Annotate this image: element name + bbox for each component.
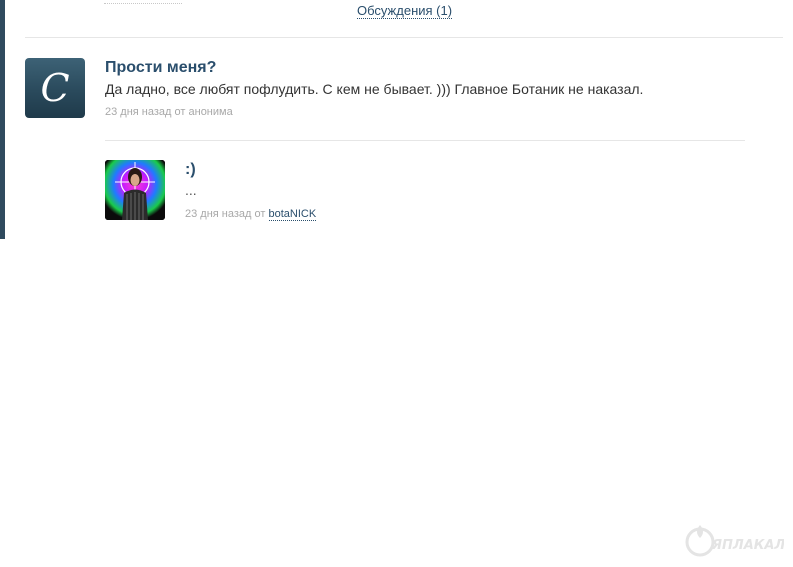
discussions-link[interactable]: Обсуждения (1) xyxy=(357,3,453,19)
section-divider xyxy=(25,37,783,38)
reply-divider xyxy=(105,140,745,141)
reply-title: :) xyxy=(185,161,196,178)
watermark-text: ЯПЛАКАЛ xyxy=(711,538,784,553)
reply-from-label: от xyxy=(254,208,266,220)
reply-meta: 23 дня назад от botaNICK xyxy=(185,208,317,221)
comment-author: анонима xyxy=(188,106,233,118)
reply-text: ... xyxy=(185,182,197,198)
reply-time: 23 дня назад xyxy=(185,208,252,220)
comment-time: 23 дня назад xyxy=(105,106,172,118)
comment-title: Прости меня? xyxy=(105,59,217,76)
left-accent-bar xyxy=(0,0,5,239)
comment-meta: 23 дня назад от анонима xyxy=(105,106,233,118)
user-photo-icon xyxy=(105,160,165,220)
comment-text: Да ладно, все любят пофлудить. С кем не … xyxy=(105,81,644,97)
comment-from-label: от xyxy=(174,106,186,118)
anonymous-avatar: C xyxy=(25,58,85,118)
reply-author-link[interactable]: botaNICK xyxy=(268,208,317,221)
watermark-logo: ЯПЛАКАЛ xyxy=(685,525,784,557)
previous-comment-meta-fragment xyxy=(104,0,182,4)
user-avatar[interactable] xyxy=(105,160,165,220)
